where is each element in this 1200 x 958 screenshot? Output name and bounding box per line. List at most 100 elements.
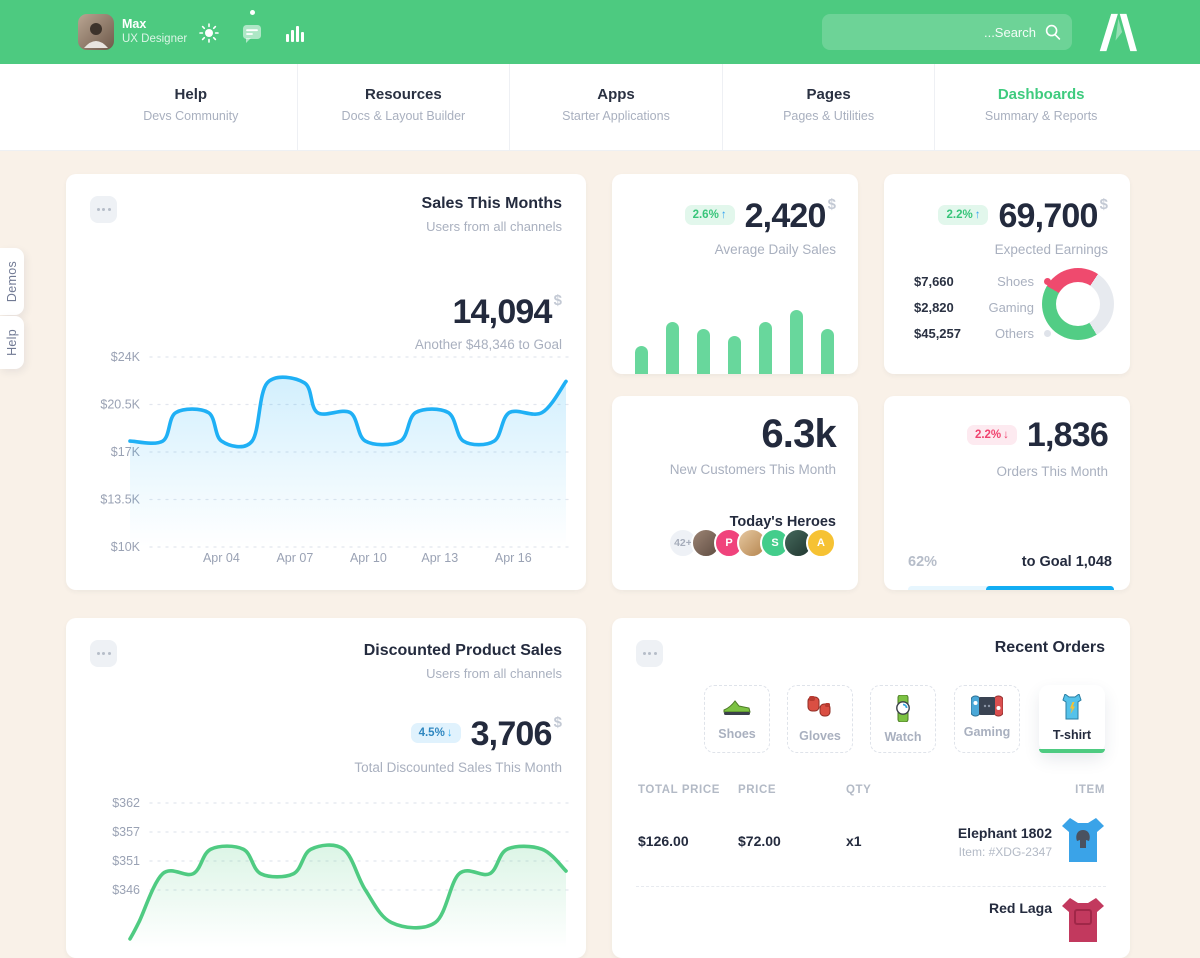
top-header: Max UX Designer	[0, 0, 1200, 64]
tshirt-icon	[1060, 694, 1084, 720]
trend-badge: 2.2%↑	[938, 205, 988, 225]
legend-label: Shoes	[978, 274, 1034, 289]
side-tab-help[interactable]: Help	[0, 316, 24, 369]
nav-item-apps[interactable]: Apps Starter Applications	[509, 64, 722, 150]
donut-hole	[1056, 282, 1100, 326]
bar-stats-icon	[285, 24, 305, 42]
order-price: $72.00	[738, 833, 781, 849]
daily-label: Average Daily Sales	[715, 242, 836, 257]
notification-dot	[250, 10, 255, 15]
category-tile-gaming[interactable]: Gaming	[954, 685, 1020, 753]
legend-row-gaming: $2,820 Gaming	[914, 294, 1051, 320]
svg-text:$357: $357	[112, 825, 140, 839]
nav-item-pages[interactable]: Pages Pages & Utilities	[722, 64, 935, 150]
nav-subtitle: Pages & Utilities	[723, 109, 935, 123]
card-subtitle: Users from all channels	[422, 219, 562, 234]
search-box	[822, 14, 1072, 50]
customers-card: 6.3k New Customers This Month Today's He…	[612, 396, 858, 590]
daily-value: 2,420	[745, 197, 826, 235]
chat-bubble-icon	[241, 22, 263, 44]
gloves-icon	[806, 695, 834, 721]
more-options-button[interactable]	[636, 640, 663, 667]
nav-title: Resources	[298, 86, 510, 103]
customers-label: New Customers This Month	[670, 462, 836, 477]
discount-label: Total Discounted Sales This Month	[354, 760, 562, 775]
col-header-item: ITEM	[1075, 784, 1105, 796]
arrow-up-icon: ↑	[721, 209, 727, 221]
discount-line-chart: $362$357$351$346	[66, 798, 586, 958]
side-tab-demos[interactable]: Demos	[0, 248, 24, 315]
currency-sign: $	[554, 714, 562, 731]
avatar-letter[interactable]: A	[806, 528, 836, 558]
heroes-avatar-stack: 42+ P S A	[668, 528, 836, 558]
more-options-button[interactable]	[90, 640, 117, 667]
item-image-shirt	[1060, 896, 1106, 944]
progress-percent: 62%	[908, 554, 937, 570]
legend-value: $2,820	[914, 300, 978, 315]
nav-item-resources[interactable]: Resources Docs & Layout Builder	[297, 64, 510, 150]
discount-value: 3,706	[471, 715, 552, 753]
theme-sun-button[interactable]	[196, 20, 222, 46]
customers-value: 6.3k	[761, 412, 836, 456]
search-icon[interactable]	[1045, 24, 1061, 40]
category-tile-tshirt[interactable]: T-shirt	[1039, 685, 1105, 753]
category-tile-gloves[interactable]: Gloves	[787, 685, 853, 753]
col-header-qty: QTY	[846, 784, 871, 796]
legend-value: $7,660	[914, 274, 978, 289]
card-title: Recent Orders	[995, 639, 1105, 657]
orders-progress-bar[interactable]	[908, 586, 1114, 590]
daily-sales-card: 2.6%↑ 2,420$ Average Daily Sales	[612, 174, 858, 374]
discount-sales-card: Discounted Product Sales Users from all …	[66, 618, 586, 958]
card-title: Discounted Product Sales	[364, 642, 562, 660]
category-tile-watch[interactable]: Watch	[870, 685, 936, 753]
order-item-number: Item: #XDG-2347	[958, 845, 1052, 859]
arrow-up-icon: ↑	[975, 209, 981, 221]
svg-text:Apr 04: Apr 04	[203, 551, 240, 565]
arrow-down-icon: ↓	[1003, 429, 1009, 441]
orders-card: 2.2%↓ 1,836 Orders This Month 62% to Goa…	[884, 396, 1130, 590]
category-tile-shoes[interactable]: Shoes	[704, 685, 770, 753]
messages-button[interactable]	[239, 20, 265, 46]
currency-sign: $	[828, 196, 836, 213]
nav-subtitle: Summary & Reports	[935, 109, 1147, 123]
more-options-button[interactable]	[90, 196, 117, 223]
legend-row-others: $45,257 Others	[914, 320, 1051, 346]
nav-subtitle: Docs & Layout Builder	[298, 109, 510, 123]
nav-title: Pages	[723, 86, 935, 103]
svg-text:Apr 07: Apr 07	[276, 551, 313, 565]
user-avatar[interactable]	[78, 14, 114, 50]
sales-line-chart: $24K$20.5K$17K$13.5K$10KApr 04Apr 07Apr …	[66, 344, 586, 576]
trend-badge: 2.6%↑	[685, 205, 735, 225]
earnings-label: Expected Earnings	[995, 242, 1108, 257]
user-name: Max	[122, 17, 146, 31]
nav-subtitle: Devs Community	[85, 109, 297, 123]
order-item-name: Red Laga	[989, 900, 1052, 916]
legend-label: Others	[978, 326, 1034, 341]
stats-button[interactable]	[282, 20, 308, 46]
recent-orders-card: Recent Orders Shoes Gloves Watch	[612, 618, 1130, 958]
tile-label: Gloves	[788, 729, 852, 743]
search-input[interactable]	[822, 14, 1072, 50]
nav-item-help[interactable]: Help Devs Community	[85, 64, 297, 150]
order-qty: x1	[846, 833, 862, 849]
app-logo[interactable]	[1092, 11, 1138, 53]
arrow-down-icon: ↓	[447, 727, 453, 739]
legend-dot	[1044, 330, 1051, 337]
orders-value: 1,836	[1027, 418, 1108, 452]
svg-text:$346: $346	[112, 883, 140, 897]
sales-card: Sales This Months Users from all channel…	[66, 174, 586, 590]
user-role: UX Designer	[122, 33, 187, 45]
tile-label: Shoes	[705, 727, 769, 741]
svg-text:Apr 13: Apr 13	[421, 551, 458, 565]
orders-label: Orders This Month	[996, 464, 1108, 479]
svg-text:$20.5K: $20.5K	[100, 398, 140, 412]
daily-sales-bar-chart	[635, 302, 835, 374]
earnings-card: 2.2%↑ 69,700$ Expected Earnings $7,660 S…	[884, 174, 1130, 374]
tile-label: T-shirt	[1039, 728, 1105, 742]
row-divider	[636, 886, 1106, 887]
main-navigation: Help Devs Community Resources Docs & Lay…	[0, 64, 1200, 150]
svg-text:$351: $351	[112, 854, 140, 868]
nav-item-dashboards[interactable]: Dashboards Summary & Reports	[934, 64, 1147, 150]
progress-goal: to Goal 1,048	[1022, 554, 1112, 570]
svg-text:Apr 10: Apr 10	[350, 551, 387, 565]
